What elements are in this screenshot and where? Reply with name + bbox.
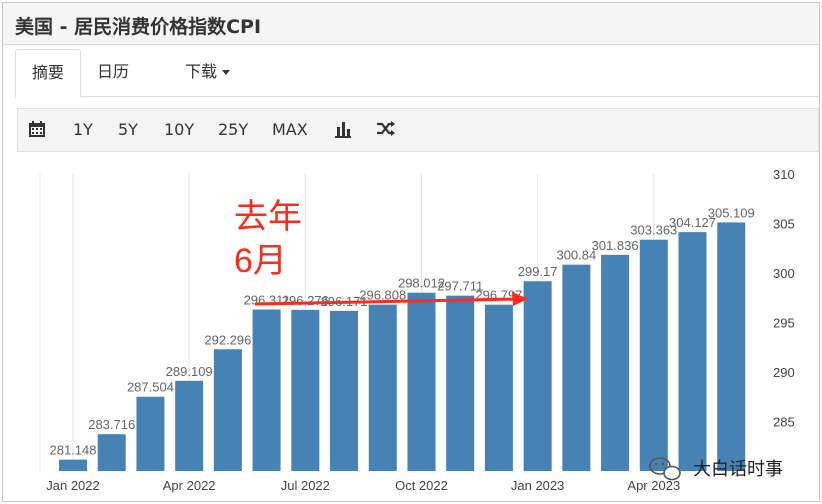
bar-nov-2022[interactable] — [446, 295, 475, 471]
data-label-13: 300.84 — [556, 248, 596, 263]
bar-apr-2023[interactable] — [639, 239, 668, 471]
data-label-17: 305.109 — [708, 205, 755, 220]
y-tick-label-295: 295 — [773, 316, 795, 331]
bar-mar-2023[interactable] — [601, 254, 630, 471]
bar-dec-2022[interactable] — [484, 304, 513, 471]
cpi-bar-chart: 281.148283.716287.504289.109292.296296.3… — [39, 167, 795, 493]
bar-oct-2022[interactable] — [407, 292, 436, 471]
bar-jul-2022[interactable] — [291, 309, 320, 471]
data-label-14: 301.836 — [592, 238, 639, 253]
y-axis-ticks: 285 290 295 300 305 310 — [773, 167, 795, 430]
annotation-line2: 6月 — [234, 242, 287, 280]
data-label-12: 299.17 — [518, 264, 558, 279]
x-tick-label-0: Jan 2022 — [46, 478, 100, 493]
y-tick-label-290: 290 — [773, 365, 795, 380]
y-tick-label-310: 310 — [773, 167, 795, 182]
x-tick-label-2: Jul 2022 — [281, 478, 330, 493]
watermark-text: 大白话时事 — [693, 459, 783, 479]
bar-jun-2023[interactable] — [717, 222, 746, 471]
x-axis-ticks: Jan 2022 Apr 2022 Jul 2022 Oct 2022 Jan 2023… — [46, 478, 680, 493]
x-tick-label-3: Oct 2022 — [395, 478, 448, 493]
data-label-1: 283.716 — [88, 417, 135, 432]
bar-apr-2022[interactable] — [175, 380, 204, 471]
watermark: 大白话时事 — [649, 457, 783, 481]
x-tick-label-4: Jan 2023 — [511, 478, 565, 493]
x-tick-label-1: Apr 2022 — [163, 478, 216, 493]
bar-aug-2022[interactable] — [330, 310, 359, 471]
data-label-4: 292.296 — [204, 332, 251, 347]
data-label-2: 287.504 — [127, 380, 174, 395]
chart-bars — [59, 222, 746, 471]
y-tick-label-285: 285 — [773, 415, 795, 430]
annotation-line1: 去年 — [234, 198, 302, 236]
data-label-0: 281.148 — [50, 443, 97, 458]
bar-feb-2022[interactable] — [97, 434, 126, 471]
y-tick-label-300: 300 — [773, 266, 795, 281]
data-label-3: 289.109 — [166, 364, 213, 379]
bar-feb-2023[interactable] — [562, 264, 591, 471]
y-tick-label-305: 305 — [773, 217, 795, 232]
bar-jun-2022[interactable] — [252, 309, 281, 471]
bar-jan-2023[interactable] — [523, 281, 552, 471]
bar-mar-2022[interactable] — [136, 396, 165, 471]
bar-sep-2022[interactable] — [368, 304, 397, 471]
bar-may-2022[interactable] — [213, 349, 242, 471]
bar-may-2023[interactable] — [678, 232, 707, 471]
bar-jan-2022[interactable] — [59, 459, 87, 471]
